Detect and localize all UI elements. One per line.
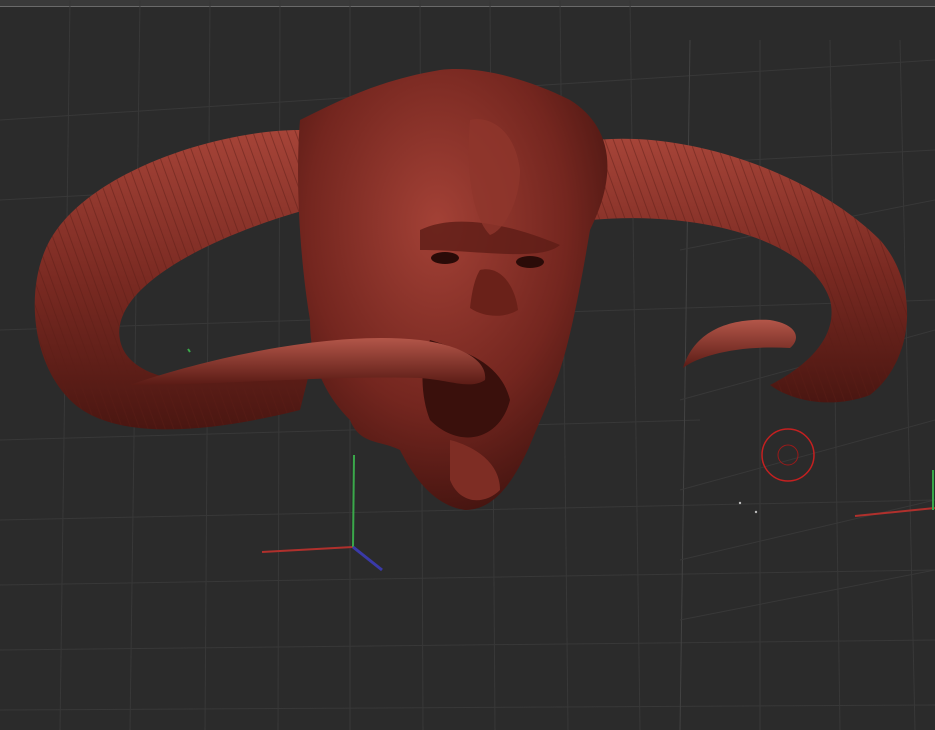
- demon-head-model[interactable]: [34, 69, 908, 510]
- tongue-tip: [683, 319, 796, 368]
- sculpt-viewport[interactable]: [0, 0, 935, 730]
- left-eye: [431, 252, 459, 264]
- right-eye: [516, 256, 544, 268]
- tongue: [130, 338, 486, 385]
- right-horn-ridges: [590, 138, 908, 403]
- axis-tick: [187, 348, 191, 353]
- vertex-marker: [738, 501, 742, 505]
- 3d-scene-canvas[interactable]: [0, 0, 935, 730]
- vertex-marker: [754, 510, 758, 514]
- left-horn-ridges: [34, 130, 311, 430]
